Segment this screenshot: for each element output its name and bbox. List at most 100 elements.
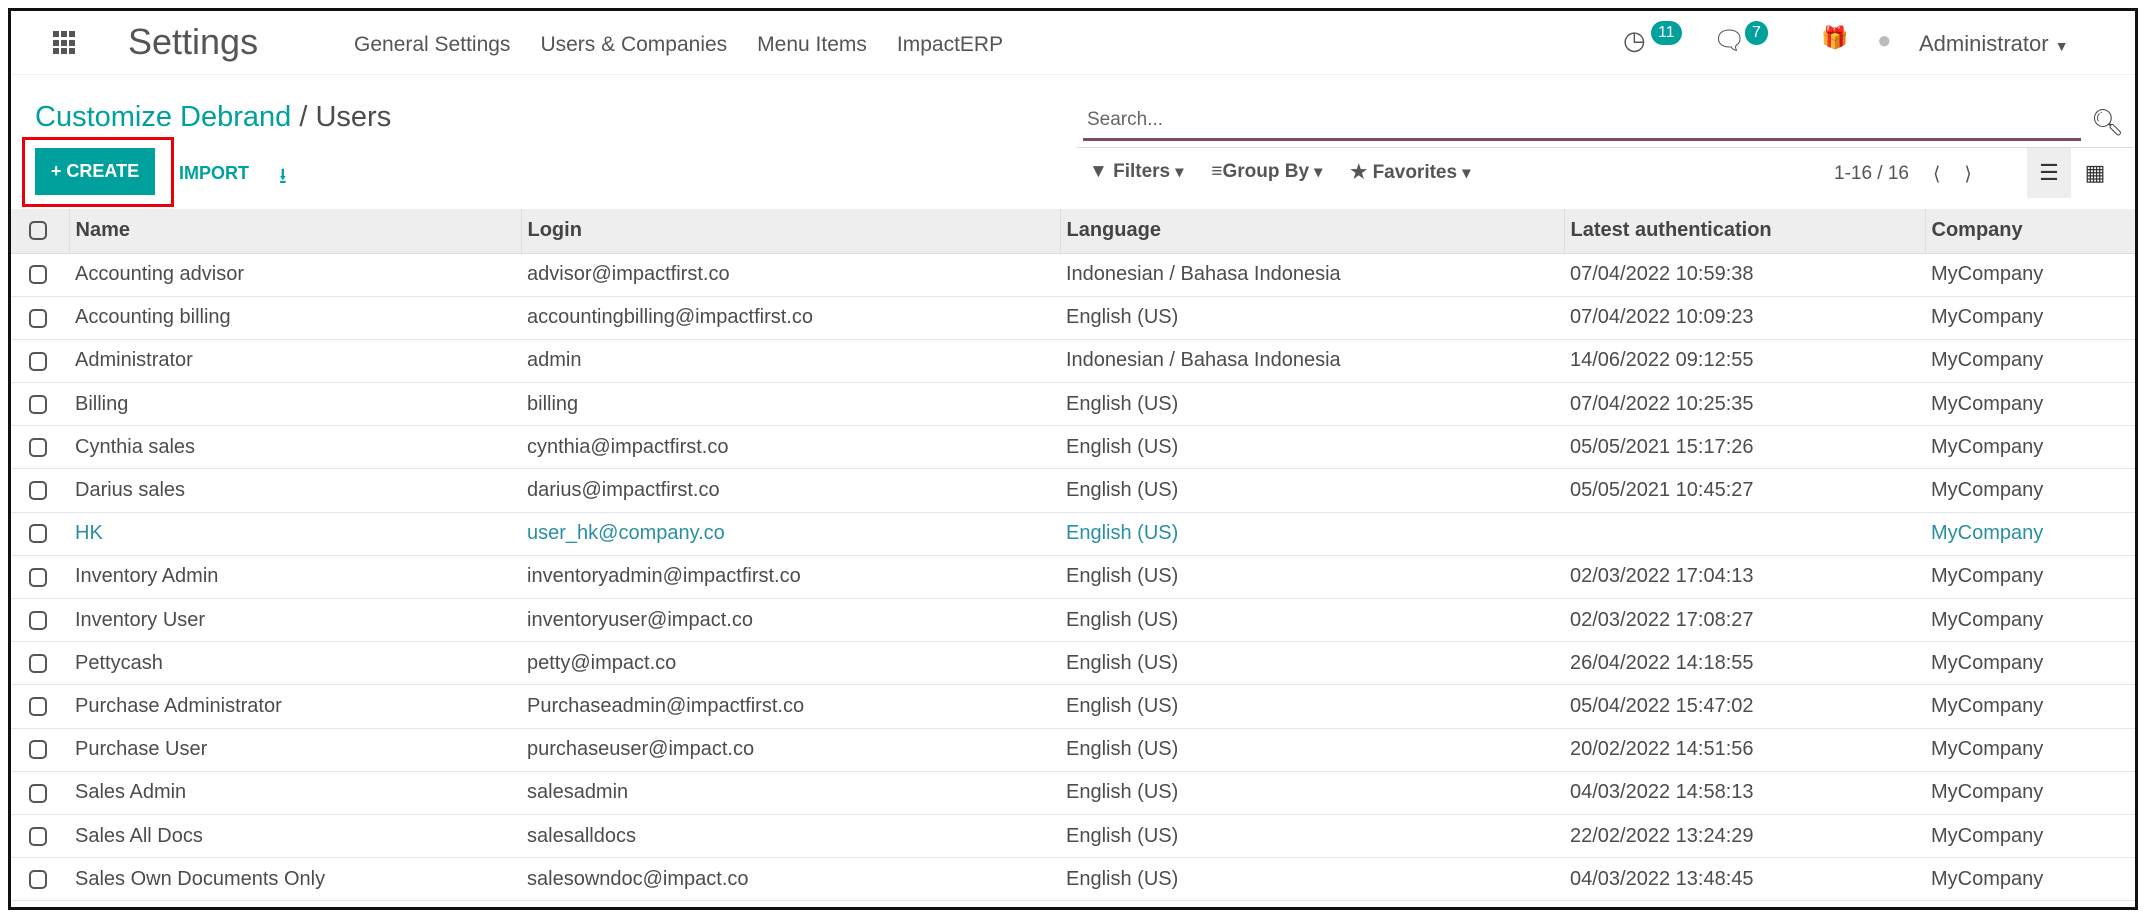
cell-company: MyCompany (1925, 814, 2135, 859)
row-checkbox[interactable] (29, 869, 47, 889)
create-button[interactable]: + CREATE (35, 148, 155, 195)
cell-login: salesowndoc@impact.co (521, 857, 1060, 902)
column-login[interactable]: Login (520, 209, 1060, 254)
cell-login: purchaseuser@impact.co (521, 728, 1060, 772)
row-checkbox[interactable] (29, 654, 47, 673)
pager-value[interactable]: 1-16 / 16 (1834, 163, 1909, 186)
row-checkbox[interactable] (29, 826, 47, 846)
row-checkbox[interactable] (29, 697, 47, 717)
row-checkbox[interactable] (29, 351, 47, 371)
menu-general-settings[interactable]: General Settings (354, 33, 510, 57)
table-row[interactable]: Administrator admin Indonesian / Bahasa In… (11, 339, 2135, 384)
user-menu[interactable]: Administrator ▼ (1919, 31, 2069, 57)
cell-name: Sales All Docs (69, 814, 521, 859)
avatar[interactable]: ● (1877, 27, 1892, 55)
cell-language: English (US) (1060, 771, 1564, 815)
cell-name: Billing (69, 382, 521, 427)
table-row[interactable]: Purchase Administrator Purchaseadmin@impa… (11, 684, 2135, 729)
cell-language: English (US) (1060, 728, 1564, 772)
import-button[interactable]: IMPORT (179, 163, 249, 184)
select-all-checkbox[interactable] (29, 221, 47, 241)
chevron-left-icon[interactable]: ⟨ (1933, 163, 1940, 186)
cell-login: salesalldocs (521, 814, 1060, 859)
table-row[interactable]: Pettycash petty@impact.co English (US) 26/0… (11, 641, 2135, 686)
table-row[interactable]: Cynthia sales cynthia@impactfirst.co Engli… (11, 425, 2135, 470)
cell-name: HK (69, 512, 521, 556)
cell-language: English (US) (1060, 555, 1564, 600)
cell-company: MyCompany (1925, 598, 2135, 643)
row-checkbox[interactable] (29, 438, 47, 458)
cell-name: Accounting billing (69, 296, 521, 340)
main-menu: General Settings Users & Companies Menu … (354, 33, 1003, 57)
cell-latest-authentication: 07/04/2022 10:09:23 (1564, 296, 1925, 340)
cell-name: Purchase Administrator (69, 684, 521, 729)
gift-icon[interactable]: 🎁 (1821, 25, 1848, 51)
table-row[interactable]: Sales Own Documents Only salesowndoc@impa… (11, 857, 2135, 902)
favorites-dropdown[interactable]: ★ Favorites ▾ (1350, 161, 1470, 184)
cell-login: inventoryadmin@impactfirst.co (521, 555, 1060, 600)
table-row[interactable]: Sales All Docs salesalldocs English (US) 22… (11, 814, 2135, 859)
pager: 1-16 / 16 ⟨ ⟩ (1834, 163, 1972, 186)
activity-clock-icon[interactable]: ◷ (1623, 25, 1646, 56)
row-checkbox[interactable] (29, 610, 47, 630)
cell-latest-authentication: 04/03/2022 14:58:13 (1564, 771, 1925, 815)
cell-latest-authentication: 14/06/2022 09:12:55 (1564, 339, 1925, 384)
search-options: ▼ Filters ▾ ≡Group By ▾ ★ Favorites ▾ (1089, 161, 1470, 184)
column-language[interactable]: Language (1059, 209, 1564, 254)
table-row[interactable]: Sales Admin salesadmin English (US) 04/03/2… (11, 771, 2135, 815)
cell-name: Sales Admin (69, 771, 521, 815)
menu-menu-items[interactable]: Menu Items (757, 33, 867, 57)
row-checkbox[interactable] (29, 394, 47, 414)
search-input[interactable]: Search... (1083, 107, 2081, 141)
apps-grid-icon[interactable] (53, 31, 77, 55)
table-row[interactable]: Accounting advisor advisor@impactfirst.co… (11, 253, 2135, 297)
cell-latest-authentication: 07/04/2022 10:25:35 (1564, 382, 1925, 427)
table-row[interactable]: Inventory User inventoryuser@impact.co Eng… (11, 598, 2135, 643)
filters-dropdown[interactable]: ▼ Filters ▾ (1089, 161, 1183, 184)
list-view-button[interactable]: ☰ (2027, 148, 2071, 198)
cell-name: Cynthia sales (69, 425, 521, 470)
cell-login: admin (521, 339, 1060, 384)
cell-latest-authentication: 26/04/2022 14:18:55 (1564, 641, 1925, 686)
download-icon[interactable]: ⭳ (279, 159, 287, 197)
cell-language: English (US) (1060, 382, 1564, 427)
cell-language: English (US) (1060, 684, 1564, 729)
column-name[interactable]: Name (68, 209, 521, 254)
table-row[interactable]: HK user_hk@company.co English (US) MyCompan… (11, 512, 2135, 556)
cell-language: English (US) (1060, 468, 1564, 513)
row-checkbox[interactable] (29, 783, 47, 803)
menu-impacterp[interactable]: ImpactERP (897, 33, 1003, 57)
row-checkbox[interactable] (29, 308, 47, 328)
cell-company: MyCompany (1925, 339, 2135, 384)
table-row[interactable]: Darius sales darius@impactfirst.co English… (11, 468, 2135, 513)
cell-language: English (US) (1060, 425, 1564, 470)
group-by-dropdown[interactable]: ≡Group By ▾ (1211, 161, 1322, 184)
table-row[interactable]: Purchase User purchaseuser@impact.co Engli… (11, 728, 2135, 772)
row-checkbox[interactable] (29, 567, 47, 587)
menu-users-companies[interactable]: Users & Companies (540, 33, 727, 57)
cell-login: inventoryuser@impact.co (521, 598, 1060, 643)
messages-chat-icon[interactable]: 🗨 (1713, 25, 1746, 56)
row-checkbox[interactable] (29, 265, 47, 285)
group-by-label: Group By (1222, 161, 1310, 182)
cell-name: Administrator (69, 339, 521, 384)
breadcrumb-parent[interactable]: Customize Debrand (35, 101, 291, 133)
kanban-view-button[interactable]: ▦ (2073, 148, 2117, 198)
row-checkbox[interactable] (29, 481, 47, 501)
row-checkbox[interactable] (29, 740, 47, 760)
table-row[interactable]: Accounting billing accountingbilling@impa… (11, 296, 2135, 340)
kanban-view-icon: ▦ (2084, 160, 2106, 185)
table-row[interactable]: Inventory Admin inventoryadmin@impactfirs… (11, 555, 2135, 600)
cell-login: accountingbilling@impactfirst.co (521, 296, 1060, 340)
column-company[interactable]: Company (1924, 209, 2135, 254)
table-row[interactable]: Billing billing English (US) 07/04/2022 10:… (11, 382, 2135, 427)
row-checkbox[interactable] (29, 524, 47, 544)
search-icon[interactable]: 🔍︎ (2091, 107, 2124, 138)
chevron-right-icon[interactable]: ⟩ (1964, 163, 1971, 186)
message-count-badge: 7 (1745, 21, 1768, 45)
cell-company: MyCompany (1925, 857, 2135, 902)
column-latest-authentication[interactable]: Latest authentication (1563, 209, 1925, 254)
cell-company: MyCompany (1925, 641, 2135, 686)
window: Settings General Settings Users & Compan… (8, 8, 2138, 910)
list-icon: ≡ (1211, 161, 1223, 182)
